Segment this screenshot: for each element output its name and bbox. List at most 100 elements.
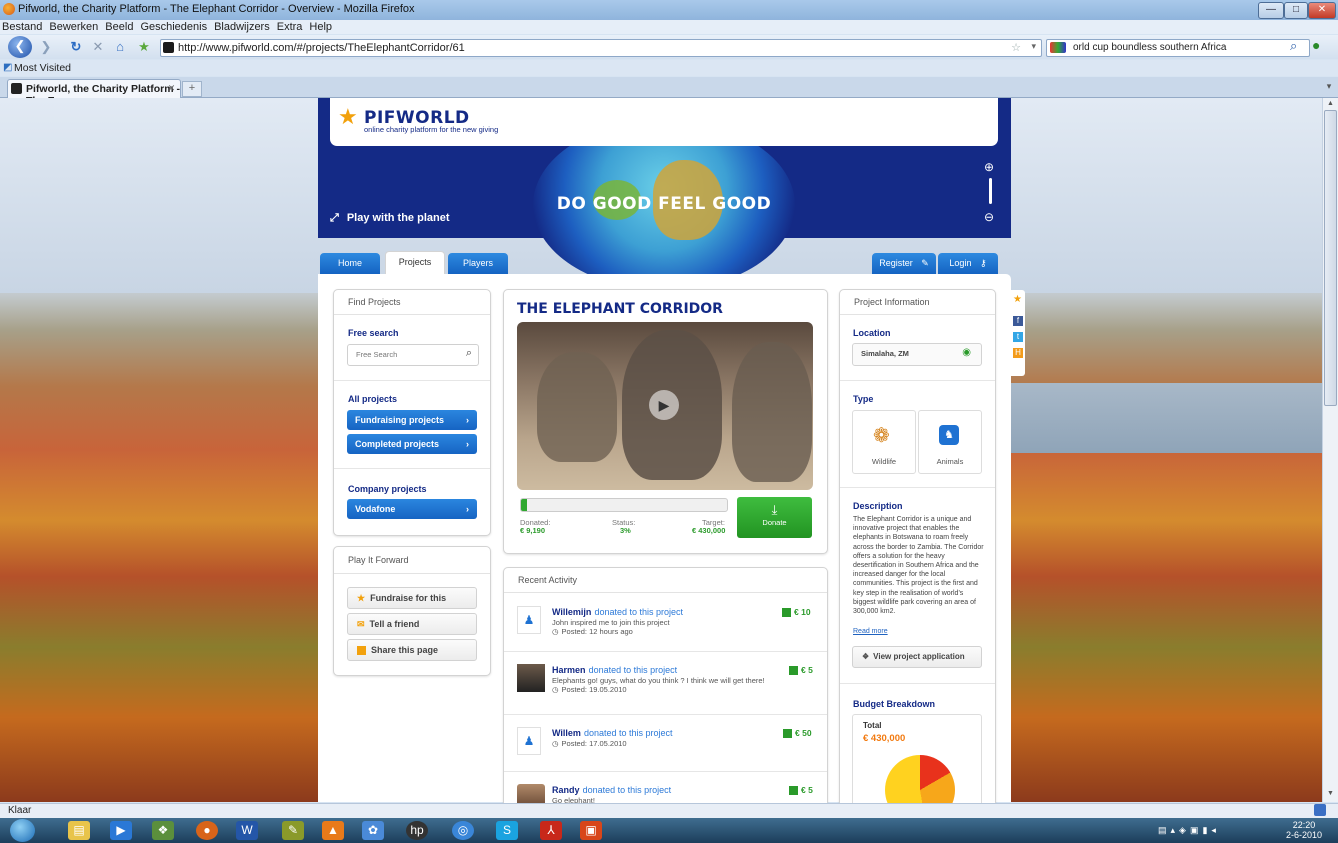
tab-projects[interactable]: Projects [385,251,445,275]
register-button[interactable]: Register ✎ [872,253,936,274]
minimize-button[interactable]: — [1258,2,1284,19]
explorer-icon[interactable]: ▤ [68,821,90,840]
posted-text: Posted: 19.05.2010 [561,685,627,694]
menu-extra[interactable]: Extra [277,20,303,34]
tab-home[interactable]: Home [320,253,380,274]
chevron-right-icon: › [466,415,469,425]
completed-projects-button[interactable]: Completed projects › [347,434,477,454]
twitter-icon[interactable]: t [1013,332,1023,342]
maximize-button[interactable]: □ [1284,2,1308,19]
menu-beeld[interactable]: Beeld [105,20,133,34]
stop-icon[interactable]: ✕ [88,37,108,57]
activity-name[interactable]: Randy [552,785,580,795]
activity-name[interactable]: Harmen [552,665,586,675]
menu-bestand[interactable]: Bestand [2,20,42,34]
bookmark-star-icon[interactable]: ★ [134,37,154,57]
vlc-icon[interactable]: ▲ [322,821,344,840]
tab-players[interactable]: Players [448,253,508,274]
word-icon[interactable]: W [236,821,258,840]
free-search-input[interactable]: Free Search ⌕ [347,344,479,366]
search-icon[interactable]: ⌕ [466,347,472,360]
paint-icon[interactable]: ✎ [282,821,304,840]
menu-bewerken[interactable]: Bewerken [49,20,98,34]
bookmark-page-icon[interactable]: ☆ [1011,41,1021,54]
view-application-button[interactable]: ❖ View project application [852,646,982,668]
fundraise-button[interactable]: ★Fundraise for this project [347,587,477,623]
activity-posted: ◷ Posted: 17.05.2010 [552,739,627,748]
addon-icon[interactable]: ● [1312,37,1320,53]
type-wildlife-card[interactable]: ❁ Wildlife [852,410,916,474]
acrobat-icon[interactable]: ⅄ [540,821,562,840]
pifworld-share-icon[interactable]: ★ [1013,294,1022,305]
tab-list-icon[interactable]: ▾ [1322,81,1336,95]
hp-icon[interactable]: hp [406,821,428,840]
menu-geschiedenis[interactable]: Geschiedenis [140,20,207,34]
play-with-planet-link[interactable]: ⤢ Play with the planet [330,212,450,225]
scrollbar-thumb[interactable] [1324,110,1337,406]
tab-close-icon[interactable]: ✕ [166,83,177,94]
elephant-video[interactable]: ▶ [517,322,813,490]
scroll-up-icon[interactable]: ▲ [1327,100,1334,107]
vodafone-button[interactable]: Vodafone › [347,499,477,519]
system-tray-icons[interactable]: ▤▴◈▣▮◂ [1158,825,1220,836]
activity-headline: Randy donated to this project [552,784,671,796]
type-animals-card[interactable]: ♞ Animals [918,410,982,474]
tell-friend-button[interactable]: ✉ Tell a friend [347,613,477,635]
start-button[interactable] [10,819,35,842]
activity-amount: € 5 [789,665,813,676]
globe-icon[interactable]: ◉ [962,347,971,358]
search-input[interactable]: orld cup boundless southern Africa [1073,42,1226,53]
donate-button[interactable]: ⤓ Donate [737,497,812,538]
app-icon[interactable]: ✿ [362,821,384,840]
fundraising-projects-button[interactable]: Fundraising projects › [347,410,477,430]
home-icon[interactable]: ⌂ [110,37,130,57]
app-icon[interactable]: ◎ [452,821,474,840]
firefox-taskbar-icon[interactable]: ● [196,821,218,840]
share-page-button[interactable]: Share this page [347,639,477,661]
window-titlebar: Pifworld, the Charity Platform - The Ele… [0,0,1338,21]
progress-fill [521,499,528,511]
forward-arrow-icon[interactable]: ❯ [36,37,56,57]
app-icon[interactable]: ❖ [152,821,174,840]
menu-help[interactable]: Help [309,20,332,34]
addon-status-icon[interactable] [1314,804,1326,816]
avatar[interactable]: ♟ [517,606,541,634]
url-dropdown-icon[interactable]: ▾ [1031,41,1036,52]
activity-name[interactable]: Willemijn [552,607,591,617]
project-title: THE ELEPHANT CORRIDOR [517,301,723,317]
address-bar[interactable]: http://www.pifworld.com/#/projects/TheEl… [160,39,1042,57]
avatar[interactable] [517,664,545,692]
activity-verb: donated to this project [584,728,673,738]
read-more-link[interactable]: Read more [853,628,888,635]
app-icon[interactable]: ▣ [580,821,602,840]
browser-tab[interactable]: Pifworld, the Charity Platform - The E..… [7,79,181,107]
close-button[interactable]: ✕ [1308,2,1336,19]
wildlife-label: Wildlife [871,457,897,466]
media-player-icon[interactable]: ▶ [110,821,132,840]
pifworld-logo-icon: ★ [338,104,358,129]
zoom-in-icon[interactable]: ⊕ [984,160,994,174]
clock[interactable]: 22:20 2-6-2010 [1284,820,1324,840]
zoom-out-icon[interactable]: ⊖ [984,210,994,224]
most-visited-link[interactable]: Most Visited [14,62,71,74]
zoom-slider[interactable] [989,178,992,204]
search-icon[interactable]: ⌕ [1290,38,1297,54]
hyves-icon[interactable]: H [1013,348,1023,358]
search-engine-icon[interactable] [1050,42,1066,53]
site-favicon-icon [163,42,174,53]
facebook-icon[interactable]: f [1013,316,1023,326]
reload-icon[interactable]: ↻ [66,37,86,57]
back-arrow-icon[interactable]: ❮ [8,36,32,58]
scroll-down-icon[interactable]: ▼ [1327,790,1334,797]
avatar[interactable]: ♟ [517,727,541,755]
menu-bladwijzers[interactable]: Bladwijzers [214,20,270,34]
play-icon[interactable]: ▶ [649,390,679,420]
search-box[interactable]: orld cup boundless southern Africa [1046,39,1310,57]
login-button[interactable]: Login ⚷ [938,253,998,274]
new-tab-button[interactable]: + [182,81,202,97]
elephant-shape [537,352,617,462]
divider [840,380,995,381]
activity-amount: € 50 [783,728,812,739]
activity-name[interactable]: Willem [552,728,581,738]
skype-icon[interactable]: S [496,821,518,840]
